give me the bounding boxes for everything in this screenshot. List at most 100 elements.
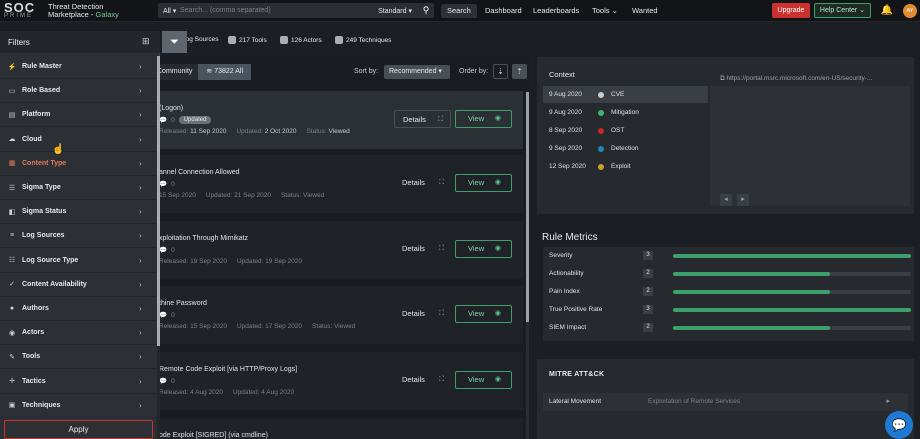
rule-card[interactable]: xploitation Through Mimikatz 💬 0 Released: … [153, 221, 523, 279]
rule-badges: 💬 0 [159, 246, 175, 255]
details-button[interactable]: Details ⛶ [394, 110, 451, 128]
filters-scrollbar-thumb[interactable] [157, 56, 160, 346]
chevron-right-icon: › [139, 231, 142, 241]
filter-content-availability[interactable]: ✓ Content Availability › [0, 273, 157, 297]
context-link[interactable]: ⧉ https://portal.msrc.microsoft.com/en-U… [720, 75, 872, 83]
rule-card[interactable]: (Logon) 💬 0 Updated Released: 11 Sep 2020 Upd… [153, 91, 523, 149]
list-scrollbar[interactable] [526, 92, 529, 439]
rule-badges: 💬 0 [159, 180, 175, 189]
nav-leaderboards[interactable]: Leaderboards [527, 4, 585, 18]
comment-icon: 💬 [159, 247, 168, 254]
chevron-right-icon: › [139, 158, 142, 168]
filter-label: Authors [22, 305, 49, 312]
mitre-row[interactable]: Lateral Movement Exploitation of Remote … [543, 393, 908, 411]
logo[interactable]: SOC PRIME [4, 0, 44, 20]
filter-role-based[interactable]: ▭ Role Based › [0, 79, 157, 104]
chevron-right-icon: › [139, 183, 142, 192]
rule-card[interactable]: Remote Code Exploit [via HTTP/Proxy Logs… [153, 352, 523, 410]
metric-label: SIEM Impact [549, 324, 587, 331]
list-scrollbar-thumb[interactable] [526, 92, 529, 322]
sort-descending-icon[interactable]: ⇡ [512, 64, 527, 79]
prev-page-button[interactable]: ◂ [720, 194, 732, 206]
filter-log-source-type[interactable]: ☷ Log Source Type › [0, 249, 157, 273]
logo-line1: SOC [4, 0, 36, 15]
grid-icon[interactable]: ⊞ [142, 36, 150, 47]
search-input[interactable]: Search... (comma separated) [180, 7, 378, 14]
search-bar: All ▾ Search... (comma separated) Standa… [158, 3, 434, 18]
filter-tactics[interactable]: ✛ Tactics › [0, 370, 157, 394]
rule-title[interactable]: thine Password [159, 300, 207, 307]
search-scope-select[interactable]: All ▾ [158, 7, 180, 15]
rule-card[interactable]: annel Connection Allowed 💬 0 15 Sep 2020 Up… [153, 155, 523, 213]
chevron-right-icon: › [139, 86, 142, 96]
filter-log-sources[interactable]: ≡ Log Sources › [0, 224, 157, 249]
rule-card[interactable]: thine Password 💬 0 Released: 15 Sep 2020 Upd… [153, 286, 523, 344]
nav-search-button[interactable]: Search [441, 4, 477, 18]
chevron-right-icon: › [139, 207, 142, 217]
nav-wanted[interactable]: Wanted [626, 4, 664, 18]
stat-log-sources[interactable]: Log Sources [182, 36, 219, 43]
rule-card[interactable]: ode Exploit [SIGRED] (via cmdline) [153, 418, 523, 439]
avatar[interactable]: AY [903, 4, 917, 18]
filter-actors[interactable]: ◉ Actors › [0, 321, 157, 346]
apply-button[interactable]: Apply [4, 420, 153, 439]
upgrade-button[interactable]: Upgrade [772, 3, 810, 18]
rule-title[interactable]: (Logon) [159, 105, 183, 112]
view-button[interactable]: View ◉ [455, 174, 512, 192]
metric-bar-fill [673, 272, 831, 276]
help-center-button[interactable]: Help Center ⌄ [814, 3, 871, 18]
sort-ascending-icon[interactable]: ⇣ [493, 64, 508, 79]
filter-label: Content Availability [22, 280, 87, 288]
sort-by-select[interactable]: Recommended ▾ [384, 65, 450, 79]
chat-icon[interactable]: 💬 [885, 411, 913, 439]
next-page-button[interactable]: ▸ [737, 194, 749, 206]
details-button[interactable]: Details ⛶ [394, 240, 451, 258]
eye-icon: ◉ [494, 376, 501, 383]
context-row[interactable]: 9 Sep 2020 Detection [543, 140, 708, 157]
rule-title[interactable]: annel Connection Allowed [159, 169, 240, 176]
nav-dashboard[interactable]: Dashboard [479, 4, 528, 18]
context-row[interactable]: 12 Sep 2020 Exploit [543, 158, 708, 175]
view-button[interactable]: View ◉ [455, 371, 512, 389]
view-button[interactable]: View ◉ [455, 110, 512, 128]
filter-label: Content Type [22, 159, 67, 167]
filter-content-type[interactable]: ▦ Content Type › [0, 152, 157, 176]
stat-techniques[interactable]: 249 Techniques [335, 36, 391, 44]
filter-platform[interactable]: ▤ Platform › [0, 103, 157, 128]
brand-title: Threat Detection Marketplace - Galaxy [48, 3, 148, 19]
comment-icon: 💬 [159, 181, 168, 188]
metric-value: 2 [643, 269, 653, 278]
metric-row: True Positive Rate 3 [543, 301, 914, 319]
rule-title[interactable]: Remote Code Exploit [via HTTP/Proxy Logs… [159, 366, 297, 373]
expand-icon: ⛶ [439, 310, 444, 317]
filters-scrollbar[interactable] [157, 56, 160, 439]
content-type-icon: ▦ [8, 160, 16, 168]
stat-actors[interactable]: 126 Actors [280, 36, 322, 44]
view-button[interactable]: View ◉ [455, 240, 512, 258]
context-row[interactable]: 8 Sep 2020 OST [543, 122, 708, 139]
rule-title[interactable]: ode Exploit [SIGRED] (via cmdline) [159, 432, 268, 439]
tab-all[interactable]: ≋ 73822 All [198, 64, 252, 80]
filter-techniques[interactable]: ▣ Techniques › [0, 394, 157, 418]
filter-cloud[interactable]: ☁ Cloud › [0, 128, 157, 152]
search-mode-select[interactable]: Standard ▾ [378, 7, 418, 15]
nav-tools[interactable]: Tools ⌄ [586, 4, 624, 18]
filter-icon[interactable]: ⏷ [162, 31, 187, 53]
bell-icon[interactable]: 🔔 [880, 4, 894, 18]
details-button[interactable]: Details ⛶ [394, 174, 451, 192]
details-button[interactable]: Details ⛶ [394, 305, 451, 323]
filter-sigma-type[interactable]: ☰ Sigma Type › [0, 176, 157, 200]
stat-tools[interactable]: 217 Tools [228, 36, 267, 44]
metric-bar-fill [673, 254, 911, 258]
context-row[interactable]: 9 Aug 2020 CVE [543, 86, 708, 103]
filter-rule-master[interactable]: ⚡ Rule Master › [0, 55, 157, 79]
view-button[interactable]: View ◉ [455, 305, 512, 323]
rule-title[interactable]: xploitation Through Mimikatz [159, 235, 248, 242]
status-dot-icon [598, 163, 604, 170]
search-icon[interactable]: ⚲ [418, 5, 434, 16]
filter-sigma-status[interactable]: ◧ Sigma Status › [0, 200, 157, 225]
context-row[interactable]: 9 Aug 2020 Mitigation [543, 104, 708, 121]
filter-authors[interactable]: ● Authors › [0, 297, 157, 321]
filter-tools[interactable]: ✎ Tools › [0, 345, 157, 370]
details-button[interactable]: Details ⛶ [394, 371, 451, 389]
